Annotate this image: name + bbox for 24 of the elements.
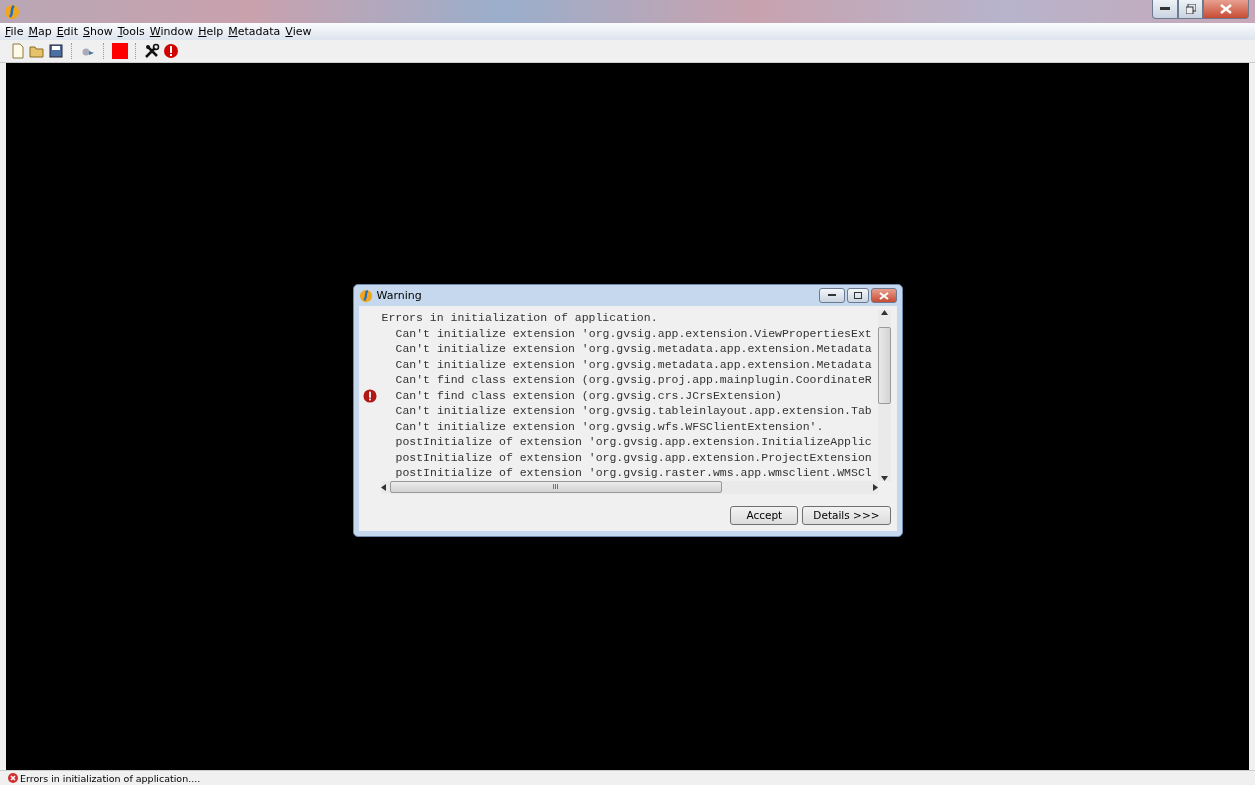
menu-item[interactable]: Show <box>82 25 113 38</box>
accept-button[interactable]: Accept <box>730 505 799 525</box>
menu-item[interactable]: Tools <box>117 25 145 38</box>
message-text: postInitialize of extension 'org.gvsig.app.extension.InitializeApplic <box>394 434 873 450</box>
status-text: Errors in initialization of application.... <box>20 772 201 784</box>
dialog-title: Warning <box>376 289 422 303</box>
details-button[interactable]: Details >>> <box>802 505 891 525</box>
message-text: Can't initialize extension 'org.gvsig.app.extension.ViewPropertiesExt <box>394 325 873 342</box>
message-text: Can't initialize extension 'org.gvsig.metadata.app.extension.Metadata <box>394 356 873 373</box>
message-text: Can't initialize extension 'org.gvsig.metadata.app.extension.Metadata <box>394 341 873 357</box>
message-text: Can't find class extension (org.gvsig.crs.JCrsExtension) <box>394 387 783 404</box>
message-text: Can't initialize extension 'org.gvsig.tableinlayout.app.extension.Tab <box>394 403 873 419</box>
message-text: postInitialize of extension 'org.gvsig.raster.wms.app.wmsclient.WMSCl <box>394 465 873 481</box>
menu-item[interactable]: File <box>5 25 24 38</box>
menu-item[interactable]: Map <box>28 25 52 38</box>
menu-item[interactable]: Help <box>198 25 224 38</box>
menu-item[interactable]: View <box>285 25 312 38</box>
message-text: postInitialize of extension 'org.gvsig.app.extension.ProjectExtension <box>394 449 873 466</box>
menu-item[interactable]: Window <box>149 25 194 38</box>
message-text: Can't find class extension (org.gvsig.proj.app.mainplugin.CoordinateR <box>394 372 873 388</box>
message-text: Can't initialize extension 'org.gvsig.wfs.WFSClientExtension'. <box>394 418 825 435</box>
menu-item[interactable]: Edit <box>56 25 78 38</box>
menu-item[interactable]: Metadata <box>228 25 281 38</box>
message-text: Errors in initialization of application. <box>381 310 659 326</box>
